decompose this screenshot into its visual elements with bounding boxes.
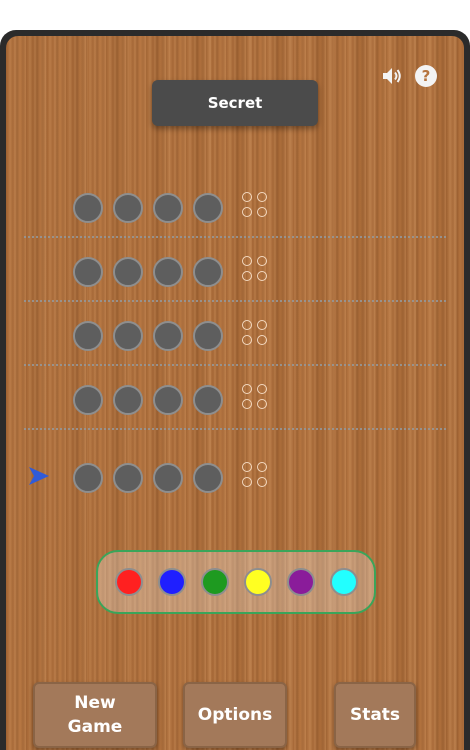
game-board: Secret ? New Game Options Stats <box>6 36 464 750</box>
feedback-peg <box>257 192 267 202</box>
feedback-peg <box>257 462 267 472</box>
feedback-peg <box>242 271 252 281</box>
new-game-button[interactable]: New Game <box>33 682 157 748</box>
peg-slot <box>113 193 143 223</box>
guess-row <box>6 380 464 420</box>
feedback-peg <box>242 384 252 394</box>
secret-code-panel: Secret <box>152 80 318 126</box>
active-row-arrow-icon <box>29 467 49 485</box>
peg-slot <box>193 385 223 415</box>
stats-button[interactable]: Stats <box>334 682 416 748</box>
guess-row <box>6 316 464 356</box>
secret-label: Secret <box>207 94 263 112</box>
guess-row <box>6 188 464 228</box>
feedback-pegs <box>242 462 272 492</box>
palette-color-blue[interactable] <box>158 568 186 596</box>
row-divider <box>24 364 446 366</box>
feedback-pegs <box>242 320 272 350</box>
peg-slot <box>153 193 183 223</box>
peg-slot <box>193 257 223 287</box>
feedback-peg <box>242 320 252 330</box>
peg-slot <box>153 321 183 351</box>
speaker-icon[interactable] <box>380 64 404 88</box>
feedback-peg <box>257 271 267 281</box>
feedback-pegs <box>242 192 272 222</box>
peg-slot <box>193 193 223 223</box>
feedback-peg <box>242 477 252 487</box>
new-game-label-line1: New <box>74 693 116 713</box>
peg-slot <box>193 321 223 351</box>
svg-text:?: ? <box>422 67 431 85</box>
peg-slot[interactable] <box>153 463 183 493</box>
peg-slot <box>73 321 103 351</box>
feedback-peg <box>257 477 267 487</box>
peg-slot[interactable] <box>193 463 223 493</box>
palette-color-red[interactable] <box>115 568 143 596</box>
feedback-peg <box>257 320 267 330</box>
options-label: Options <box>197 705 273 725</box>
palette-color-purple[interactable] <box>287 568 315 596</box>
help-icon[interactable]: ? <box>414 64 438 88</box>
feedback-peg <box>257 256 267 266</box>
feedback-peg <box>242 335 252 345</box>
feedback-pegs <box>242 384 272 414</box>
peg-slot <box>73 385 103 415</box>
peg-slot <box>73 193 103 223</box>
feedback-peg <box>257 207 267 217</box>
peg-slot <box>113 385 143 415</box>
palette-color-cyan[interactable] <box>330 568 358 596</box>
peg-slot <box>73 257 103 287</box>
feedback-peg <box>242 399 252 409</box>
peg-slot[interactable] <box>113 463 143 493</box>
palette-color-green[interactable] <box>201 568 229 596</box>
feedback-peg <box>257 384 267 394</box>
feedback-peg <box>257 399 267 409</box>
color-palette <box>96 550 376 614</box>
feedback-peg <box>242 462 252 472</box>
peg-slot <box>113 321 143 351</box>
feedback-peg <box>242 256 252 266</box>
guess-row[interactable] <box>6 458 464 498</box>
stats-label: Stats <box>349 705 401 725</box>
row-divider <box>24 236 446 238</box>
peg-slot <box>153 385 183 415</box>
row-divider <box>24 300 446 302</box>
options-button[interactable]: Options <box>183 682 287 748</box>
guess-row <box>6 252 464 292</box>
peg-slot <box>113 257 143 287</box>
palette-color-yellow[interactable] <box>244 568 272 596</box>
row-divider <box>24 428 446 430</box>
feedback-pegs <box>242 256 272 286</box>
feedback-peg <box>242 207 252 217</box>
peg-slot <box>153 257 183 287</box>
new-game-label-line2: Game <box>67 717 123 737</box>
peg-slot[interactable] <box>73 463 103 493</box>
feedback-peg <box>242 192 252 202</box>
feedback-peg <box>257 335 267 345</box>
